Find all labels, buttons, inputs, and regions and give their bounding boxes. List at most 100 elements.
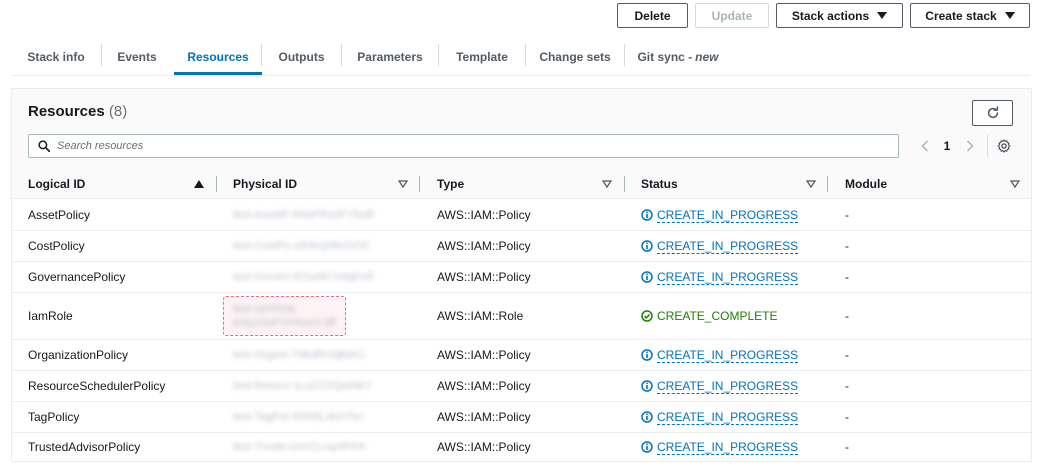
table-row: TagPolicy test-TagPol-IDtN5Lxk4Yhn AWS::… xyxy=(12,402,1031,433)
column-header-type[interactable]: Type xyxy=(437,169,597,199)
type-cell: AWS::IAM::Policy xyxy=(437,379,531,393)
update-button-label: Update xyxy=(711,8,753,23)
physical-id-text: test-AssetP-9NsPRo0FY5uB xyxy=(233,209,374,221)
stack-actions-button[interactable]: Stack actions xyxy=(776,3,903,28)
column-header-module[interactable]: Module xyxy=(845,169,1005,199)
delete-button-label: Delete xyxy=(634,8,671,23)
tab-events[interactable]: Events xyxy=(102,40,172,74)
tab-label: Template xyxy=(456,50,508,64)
table-settings-button[interactable] xyxy=(995,137,1013,155)
panel-title-text: Resources xyxy=(28,103,105,120)
module-cell: - xyxy=(845,270,849,284)
search-input[interactable] xyxy=(57,136,898,156)
resource-count: (8) xyxy=(108,103,128,120)
table-row: OrganizationPolicy test-Organi-7NkdRn0jB… xyxy=(12,340,1031,371)
status-text: CREATE_IN_PROGRESS xyxy=(657,409,799,425)
status-cell: CREATE_IN_PROGRESS xyxy=(641,231,799,261)
status-link[interactable]: CREATE_IN_PROGRESS xyxy=(641,378,799,394)
physical-id-text: test-CostPo-a5nkQMkrGOZ xyxy=(233,240,369,252)
delete-button[interactable]: Delete xyxy=(617,3,688,28)
sort-icon[interactable] xyxy=(806,180,816,188)
page-number[interactable]: 1 xyxy=(941,136,953,156)
column-label: Type xyxy=(437,177,465,191)
tab-template[interactable]: Template xyxy=(439,40,525,74)
module-cell: - xyxy=(845,208,849,222)
status-cell: CREATE_IN_PROGRESS xyxy=(641,200,799,230)
status-text: CREATE_COMPLETE xyxy=(657,309,778,323)
status-complete: CREATE_COMPLETE xyxy=(641,309,777,323)
caret-down-icon xyxy=(877,12,888,19)
column-divider[interactable] xyxy=(216,176,217,192)
module-cell: - xyxy=(845,410,849,424)
status-link[interactable]: CREATE_IN_PROGRESS xyxy=(641,239,799,254)
column-label: Logical ID xyxy=(28,177,86,191)
chevron-right-icon xyxy=(966,140,974,152)
physical-id-cell[interactable]: test-AssetP-9NsPRo0FY5uB xyxy=(233,200,374,230)
chevron-left-icon xyxy=(921,140,929,152)
module-cell: - xyxy=(845,309,849,323)
tab-stack-info[interactable]: Stack info xyxy=(12,40,100,74)
status-text: CREATE_IN_PROGRESS xyxy=(657,378,799,394)
status-link[interactable]: CREATE_IN_PROGRESS xyxy=(641,409,799,425)
check-circle-icon xyxy=(641,310,653,322)
search-field[interactable] xyxy=(28,134,899,158)
create-stack-button[interactable]: Create stack xyxy=(910,3,1030,28)
status-cell: CREATE_IN_PROGRESS xyxy=(641,433,799,461)
column-divider[interactable] xyxy=(827,176,828,192)
info-icon xyxy=(641,271,653,283)
module-cell: - xyxy=(845,379,849,393)
page-number-text: 1 xyxy=(943,139,951,153)
info-icon xyxy=(641,349,653,361)
status-cell: CREATE_IN_PROGRESS xyxy=(641,262,799,292)
tab-outputs[interactable]: Outputs xyxy=(262,40,341,74)
tab-label: Parameters xyxy=(357,50,423,64)
physical-id-cell[interactable]: test-Govern-EGuMCVdqEnR xyxy=(233,262,374,292)
physical-id-cell[interactable]: test-Organi-7NkdRn0jBdrU xyxy=(233,340,364,370)
tab-change-sets[interactable]: Change sets xyxy=(526,40,624,74)
sort-ascending-icon[interactable] xyxy=(194,180,204,188)
physical-id-cell[interactable]: test-CostPo-a5nkQMkrGOZ xyxy=(233,231,369,261)
column-divider[interactable] xyxy=(419,176,420,192)
update-button[interactable]: Update xyxy=(695,3,769,28)
table-row: TrustedAdvisorPolicy test-Truste-UvnCLuq… xyxy=(12,433,1031,461)
tab-label: Outputs xyxy=(278,50,325,64)
physical-id-text: test-TagPol-IDtN5Lxk4Yhn xyxy=(233,411,363,423)
logical-id-cell: TagPolicy xyxy=(28,410,80,424)
prev-page-button[interactable] xyxy=(918,136,932,156)
status-link[interactable]: CREATE_IN_PROGRESS xyxy=(641,348,799,363)
status-link[interactable]: CREATE_IN_PROGRESS xyxy=(641,440,799,455)
stack-actions-label: Stack actions xyxy=(791,8,870,23)
module-cell: - xyxy=(845,440,849,454)
logical-id-cell: AssetPolicy xyxy=(28,208,91,222)
table-row: CostPolicy test-CostPo-a5nkQMkrGOZ AWS::… xyxy=(12,231,1031,262)
column-label: Module xyxy=(845,177,887,191)
column-header-logical-id[interactable]: Logical ID xyxy=(28,169,208,199)
tab-label: Stack info xyxy=(27,50,85,64)
info-icon xyxy=(641,240,653,252)
info-icon xyxy=(641,380,653,392)
physical-id-cell[interactable]: test-Resour-1LsZCDQaiNkY xyxy=(233,371,372,401)
resources-panel: Resources (8) 1 xyxy=(11,88,1032,462)
physical-id-text: test-Organi-7NkdRn0jBdrU xyxy=(233,349,365,361)
column-header-status[interactable]: Status xyxy=(641,169,801,199)
type-cell: AWS::IAM::Role xyxy=(437,309,524,323)
sort-icon[interactable] xyxy=(398,180,408,188)
sort-icon[interactable] xyxy=(1010,180,1020,188)
refresh-button[interactable] xyxy=(972,100,1013,126)
physical-id-cell[interactable]: test-IamRole kr5p1SeFVHhvmf-3ff xyxy=(233,293,336,339)
sort-icon[interactable] xyxy=(602,180,612,188)
physical-id-cell[interactable]: test-TagPol-IDtN5Lxk4Yhn xyxy=(233,402,363,432)
physical-id-cell[interactable]: test-Truste-UvnCLuqnIPKK xyxy=(233,433,366,461)
tab-parameters[interactable]: Parameters xyxy=(342,40,438,74)
column-header-physical-id[interactable]: Physical ID xyxy=(233,169,393,199)
column-divider[interactable] xyxy=(624,176,625,192)
status-link[interactable]: CREATE_IN_PROGRESS xyxy=(641,270,799,285)
logical-id-cell: GovernancePolicy xyxy=(28,270,126,284)
tab-resources[interactable]: Resources xyxy=(174,40,262,74)
logical-id-cell: ResourceSchedulerPolicy xyxy=(28,379,166,393)
next-page-button[interactable] xyxy=(963,136,977,156)
column-label: Status xyxy=(641,177,678,191)
tab-label: Events xyxy=(117,50,157,64)
status-link[interactable]: CREATE_IN_PROGRESS xyxy=(641,208,799,223)
tab-git-sync[interactable]: Git sync - new xyxy=(625,40,731,74)
